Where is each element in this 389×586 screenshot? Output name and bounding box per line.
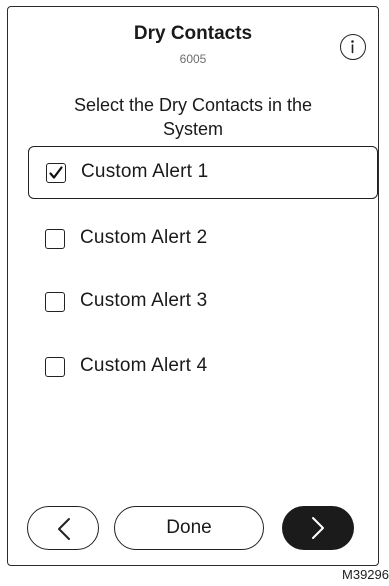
info-button[interactable] [340, 34, 366, 60]
checkbox-unchecked[interactable] [45, 292, 65, 312]
checkbox-unchecked[interactable] [45, 229, 65, 249]
back-button[interactable] [27, 506, 99, 550]
chevron-right-icon [312, 517, 324, 539]
checkbox-unchecked[interactable] [45, 357, 65, 377]
thermostat-screen: Dry Contacts 6005 Select the Dry Contact… [7, 6, 379, 566]
instruction-text: Select the Dry Contacts in the System [73, 95, 313, 139]
checkbox-checked[interactable] [46, 163, 66, 183]
next-button[interactable] [282, 506, 354, 550]
chevron-left-icon [58, 518, 70, 540]
checkmark-icon [49, 166, 63, 179]
option-label: Custom Alert 3 [80, 290, 208, 311]
option-label: Custom Alert 1 [81, 161, 209, 182]
info-icon [351, 40, 354, 54]
option-label: Custom Alert 4 [80, 355, 208, 376]
setting-code: 6005 [179, 52, 207, 66]
option-custom-alert-2[interactable]: Custom Alert 2 [28, 213, 378, 266]
page-title: Dry Contacts [133, 23, 253, 44]
option-custom-alert-4[interactable]: Custom Alert 4 [28, 341, 378, 394]
option-custom-alert-3[interactable]: Custom Alert 3 [28, 276, 378, 329]
done-button[interactable]: Done [114, 506, 264, 550]
option-label: Custom Alert 2 [80, 227, 208, 248]
figure-id: M39296 [342, 567, 389, 582]
option-custom-alert-1[interactable]: Custom Alert 1 [28, 146, 378, 199]
